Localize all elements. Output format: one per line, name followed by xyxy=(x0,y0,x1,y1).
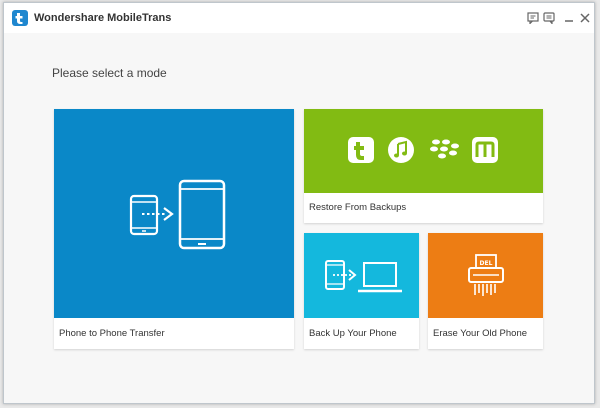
backup-tile xyxy=(304,233,419,318)
chat-icon[interactable] xyxy=(542,11,556,25)
mobiletrans-logo-icon xyxy=(12,10,28,26)
phone-to-computer-icon xyxy=(325,260,402,293)
restore-label: Restore From Backups xyxy=(309,202,407,213)
blackberry-icon xyxy=(430,139,459,159)
page-prompt: Please select a mode xyxy=(52,66,167,80)
erase-tile: DEL xyxy=(428,233,543,318)
close-icon[interactable] xyxy=(578,11,592,25)
kies-icon xyxy=(472,137,498,163)
shredder-icon: DEL xyxy=(468,254,504,296)
restore-tile xyxy=(304,109,543,193)
minimize-icon[interactable] xyxy=(562,11,576,25)
phone-transfer-tile xyxy=(54,109,294,318)
itunes-icon xyxy=(388,137,414,163)
app-window: Wondershare MobileTrans Please select a … xyxy=(3,2,595,404)
backup-card[interactable]: Back Up Your Phone xyxy=(304,233,419,349)
phone-transfer-card[interactable]: Phone to Phone Transfer xyxy=(54,109,294,349)
mobiletrans-backup-icon xyxy=(348,137,374,163)
window-title: Wondershare MobileTrans xyxy=(34,12,172,24)
backup-label: Back Up Your Phone xyxy=(309,328,397,339)
svg-text:DEL: DEL xyxy=(480,260,493,267)
title-bar: Wondershare MobileTrans xyxy=(4,3,594,33)
erase-card[interactable]: DEL Erase Your Old Phone xyxy=(428,233,543,349)
restore-card[interactable]: Restore From Backups xyxy=(304,109,543,223)
feedback-icon[interactable] xyxy=(526,11,540,25)
phone-to-phone-icon xyxy=(129,179,226,250)
phone-transfer-label: Phone to Phone Transfer xyxy=(59,328,165,339)
erase-label: Erase Your Old Phone xyxy=(433,328,528,339)
